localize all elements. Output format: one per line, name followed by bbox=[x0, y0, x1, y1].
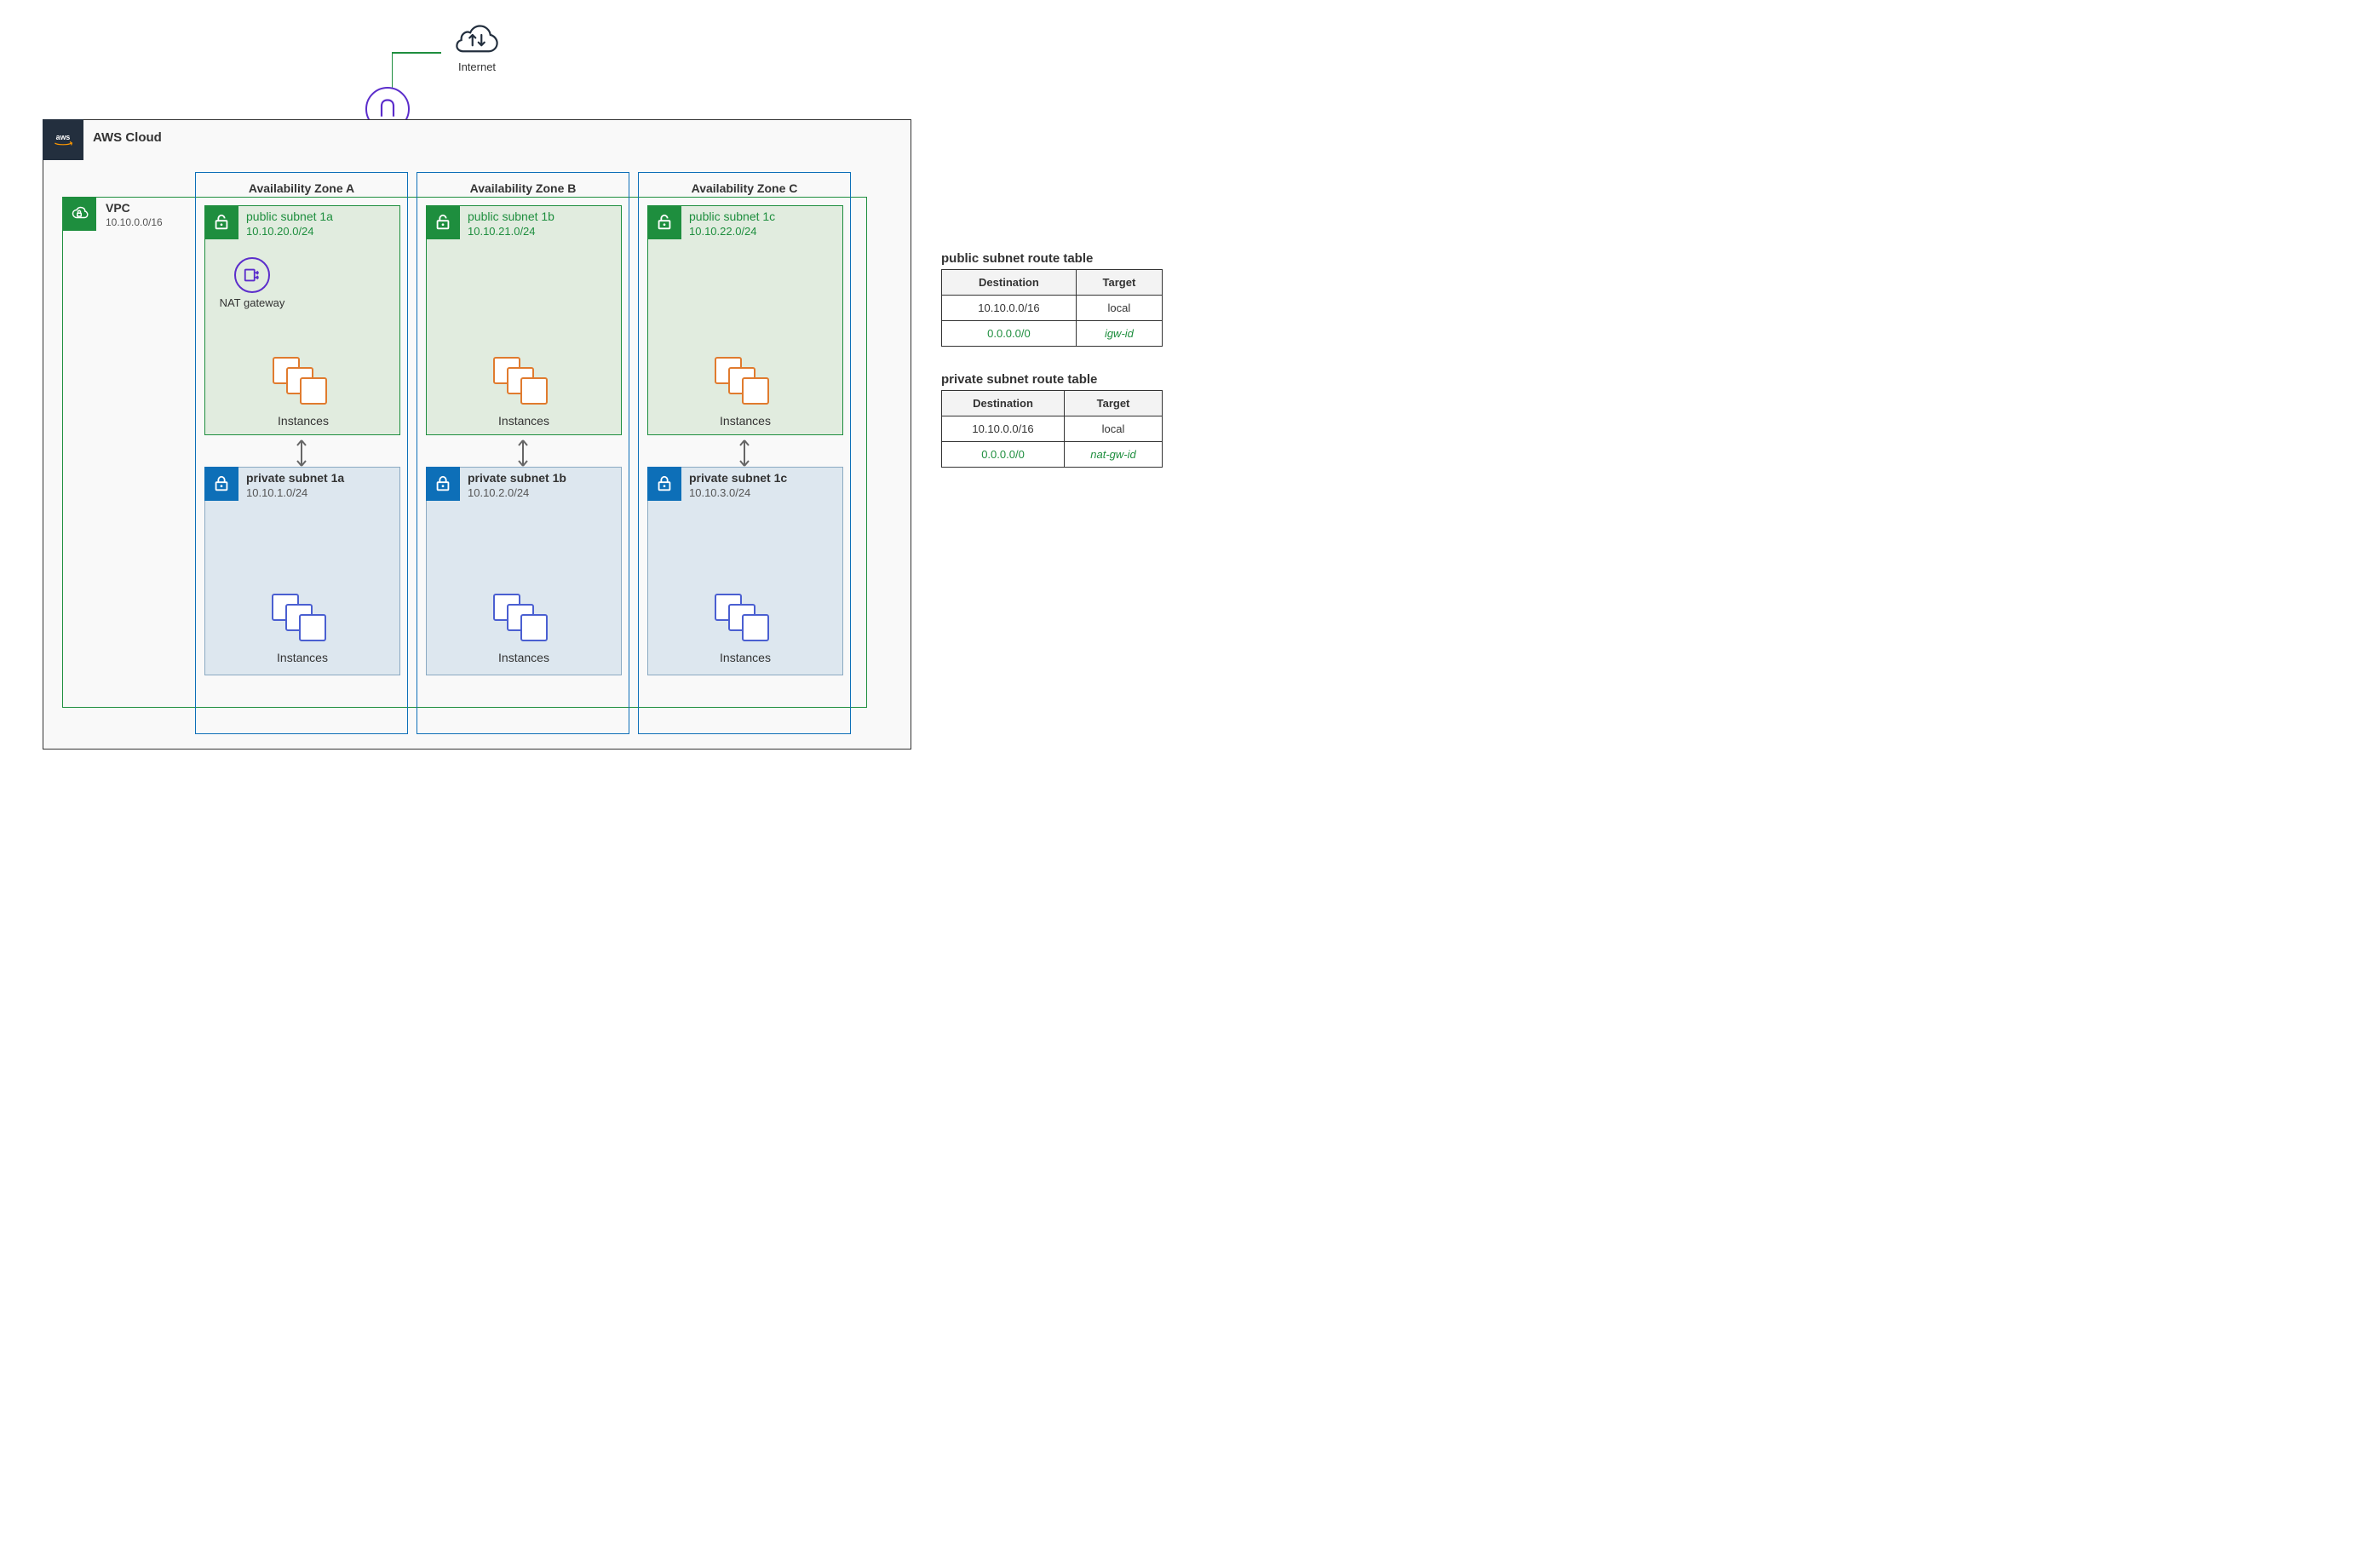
vpc-label: VPC bbox=[106, 201, 130, 215]
az-b-label: Availability Zone B bbox=[417, 173, 629, 198]
public-1a-instances: Instances bbox=[239, 357, 367, 428]
private-subnet-1a-name: private subnet 1a bbox=[246, 471, 344, 485]
public-route-table: Destination Target 10.10.0.0/16 local 0.… bbox=[941, 269, 1163, 347]
private-subnet-1b: private subnet 1b 10.10.2.0/24 Instances bbox=[426, 467, 622, 675]
table-row: 0.0.0.0/0 igw-id bbox=[942, 321, 1163, 347]
internet-cloud-icon bbox=[453, 47, 501, 60]
aws-cloud-label: AWS Cloud bbox=[93, 130, 162, 145]
vpc-icon bbox=[62, 197, 96, 231]
rt-dest: 0.0.0.0/0 bbox=[942, 442, 1065, 468]
instances-label: Instances bbox=[648, 414, 842, 428]
route-tables-panel: public subnet route table Destination Ta… bbox=[941, 251, 1163, 493]
internet-label: Internet bbox=[439, 60, 515, 73]
subnet-connector-arrow bbox=[515, 437, 531, 469]
table-row: 0.0.0.0/0 nat-gw-id bbox=[942, 442, 1163, 468]
rt-dest: 10.10.0.0/16 bbox=[942, 296, 1077, 321]
public-subnet-1c: public subnet 1c 10.10.22.0/24 Instances bbox=[647, 205, 843, 435]
private-subnet-1c: private subnet 1c 10.10.3.0/24 Instances bbox=[647, 467, 843, 675]
public-1c-instances: Instances bbox=[648, 357, 842, 428]
availability-zone-c: Availability Zone C public subnet 1c 10.… bbox=[638, 172, 851, 734]
instances-label: Instances bbox=[427, 414, 621, 428]
rt-dest: 0.0.0.0/0 bbox=[942, 321, 1077, 347]
private-subnet-icon bbox=[204, 467, 238, 501]
private-route-table: Destination Target 10.10.0.0/16 local 0.… bbox=[941, 390, 1163, 468]
public-subnet-1a-name: public subnet 1a bbox=[246, 210, 333, 223]
ec2-instances-icon bbox=[493, 594, 554, 646]
instances-label: Instances bbox=[427, 651, 621, 664]
public-subnet-icon bbox=[204, 205, 238, 239]
rt-header-target: Target bbox=[1076, 270, 1162, 296]
private-subnet-1b-name: private subnet 1b bbox=[468, 471, 566, 485]
public-subnet-1b-cidr: 10.10.21.0/24 bbox=[468, 225, 536, 238]
availability-zone-a: Availability Zone A public subnet 1a 10.… bbox=[195, 172, 408, 734]
private-1b-instances: Instances bbox=[427, 568, 621, 664]
svg-text:aws: aws bbox=[56, 133, 71, 141]
rt-header-destination: Destination bbox=[942, 270, 1077, 296]
public-route-table-title: public subnet route table bbox=[941, 251, 1163, 266]
instances-label: Instances bbox=[239, 414, 367, 428]
nat-gateway-label: NAT gateway bbox=[218, 296, 286, 310]
private-subnet-icon bbox=[647, 467, 681, 501]
public-subnet-icon bbox=[426, 205, 460, 239]
rt-header-destination: Destination bbox=[942, 391, 1065, 416]
rt-target: igw-id bbox=[1076, 321, 1162, 347]
rt-header-target: Target bbox=[1065, 391, 1163, 416]
availability-zone-b: Availability Zone B public subnet 1b 10.… bbox=[417, 172, 629, 734]
vpc-cidr: 10.10.0.0/16 bbox=[106, 216, 163, 228]
table-row: 10.10.0.0/16 local bbox=[942, 296, 1163, 321]
public-1b-instances: Instances bbox=[427, 357, 621, 428]
rt-target: local bbox=[1065, 416, 1163, 442]
ec2-instances-icon bbox=[273, 357, 334, 410]
private-route-table-title: private subnet route table bbox=[941, 372, 1163, 387]
private-subnet-1b-cidr: 10.10.2.0/24 bbox=[468, 486, 529, 499]
private-subnet-1a-cidr: 10.10.1.0/24 bbox=[246, 486, 307, 499]
ec2-instances-icon bbox=[493, 357, 554, 410]
subnet-connector-arrow bbox=[737, 437, 752, 469]
diagram-canvas: Internet IGW aws AWS Cloud VPC 10.10.0.0… bbox=[17, 17, 1209, 784]
az-c-label: Availability Zone C bbox=[639, 173, 850, 198]
private-subnet-1c-cidr: 10.10.3.0/24 bbox=[689, 486, 750, 499]
aws-logo-badge: aws bbox=[43, 119, 83, 160]
internet-block: Internet bbox=[439, 24, 515, 73]
vpc-container: VPC 10.10.0.0/16 Availability Zone A pub… bbox=[62, 197, 867, 708]
public-subnet-1c-name: public subnet 1c bbox=[689, 210, 775, 223]
private-1c-instances: Instances bbox=[648, 568, 842, 664]
private-1a-instances: Instances bbox=[205, 568, 399, 664]
az-a-label: Availability Zone A bbox=[196, 173, 407, 198]
ec2-instances-icon bbox=[715, 357, 776, 410]
private-subnet-1a: private subnet 1a 10.10.1.0/24 Instances bbox=[204, 467, 400, 675]
public-subnet-1a-cidr: 10.10.20.0/24 bbox=[246, 225, 314, 238]
public-subnet-icon bbox=[647, 205, 681, 239]
public-subnet-1a: public subnet 1a 10.10.20.0/24 NAT gatew… bbox=[204, 205, 400, 435]
instances-label: Instances bbox=[648, 651, 842, 664]
rt-target: local bbox=[1076, 296, 1162, 321]
aws-cloud-container: aws AWS Cloud VPC 10.10.0.0/16 Availabil… bbox=[43, 119, 911, 750]
subnet-connector-arrow bbox=[294, 437, 309, 469]
private-subnet-1c-name: private subnet 1c bbox=[689, 471, 787, 485]
public-subnet-1b: public subnet 1b 10.10.21.0/24 Instances bbox=[426, 205, 622, 435]
ec2-instances-icon bbox=[715, 594, 776, 646]
rt-target: nat-gw-id bbox=[1065, 442, 1163, 468]
public-subnet-1c-cidr: 10.10.22.0/24 bbox=[689, 225, 757, 238]
nat-gateway-block: NAT gateway bbox=[218, 257, 286, 310]
instances-label: Instances bbox=[205, 651, 399, 664]
table-row: 10.10.0.0/16 local bbox=[942, 416, 1163, 442]
nat-gateway-icon bbox=[234, 257, 270, 293]
public-subnet-1b-name: public subnet 1b bbox=[468, 210, 554, 223]
ec2-instances-icon bbox=[272, 594, 333, 646]
private-subnet-icon bbox=[426, 467, 460, 501]
rt-dest: 10.10.0.0/16 bbox=[942, 416, 1065, 442]
